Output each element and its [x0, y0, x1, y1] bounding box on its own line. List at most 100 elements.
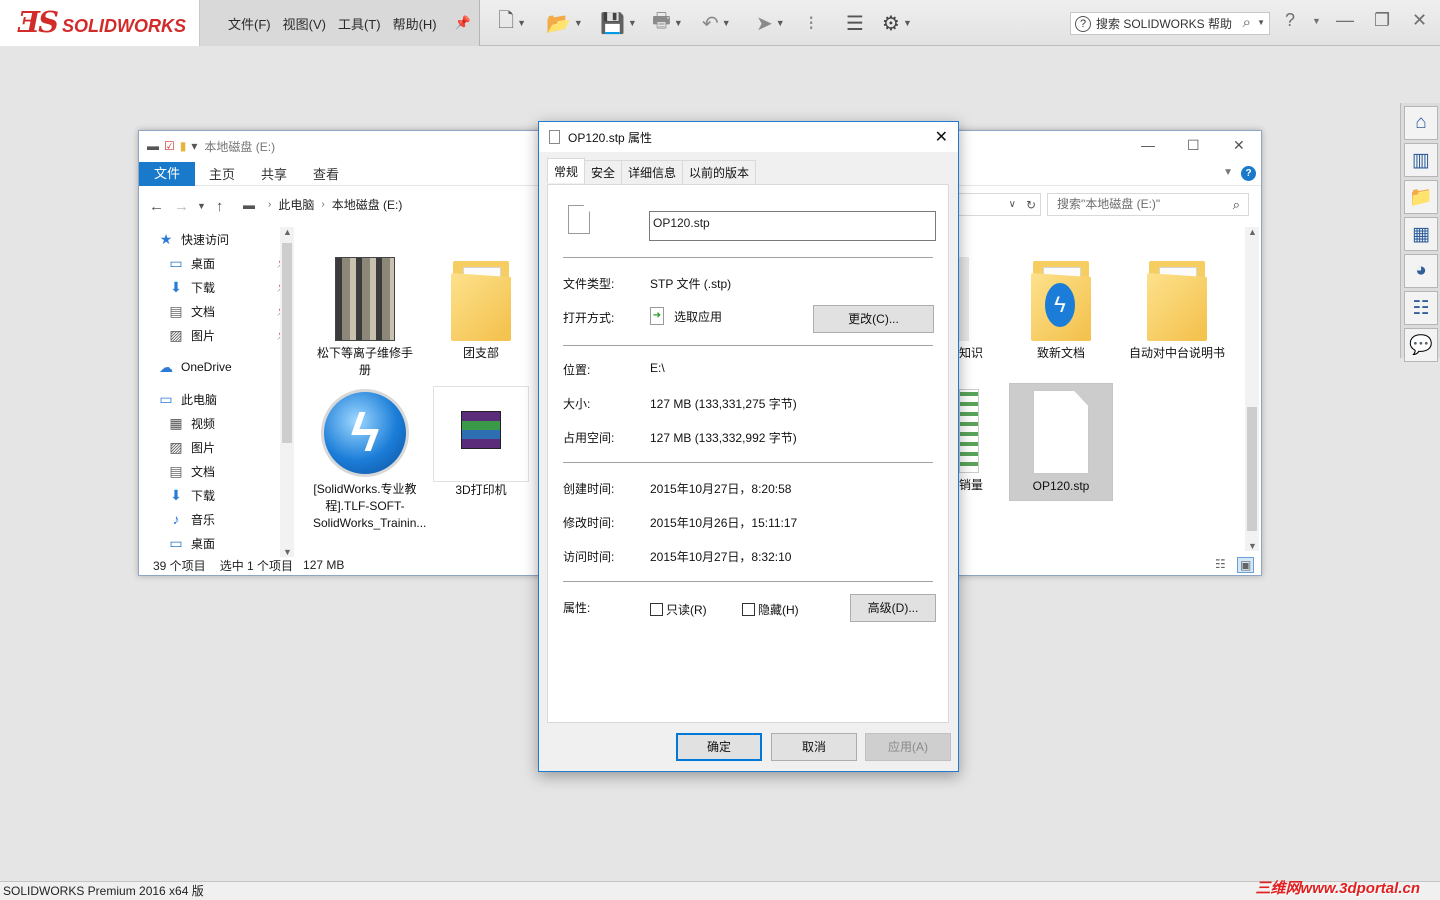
scroll-down-icon[interactable]: ▼ [1248, 541, 1257, 551]
sidebar-item[interactable]: ▭ 桌面 [149, 531, 295, 555]
chevron-right-icon[interactable]: › [268, 199, 271, 210]
home-icon[interactable]: ⌂ [1404, 106, 1438, 140]
readonly-checkbox[interactable]: 只读(R) [650, 601, 707, 618]
chevron-down-icon[interactable]: ▼ [1257, 18, 1265, 27]
undo-button[interactable]: ↶ ▼ [702, 8, 731, 38]
close-icon[interactable]: ✕ [935, 127, 948, 147]
new-folder-icon[interactable]: ▮ [180, 139, 187, 153]
scrollbar-thumb[interactable] [1247, 407, 1257, 531]
back-arrow-icon[interactable]: ← [149, 198, 164, 215]
advanced-button[interactable]: 高级(D)... [850, 594, 936, 622]
chevron-down-icon[interactable]: ▼ [574, 18, 583, 28]
sidebar-item[interactable]: ☁ OneDrive [149, 355, 295, 379]
forward-arrow-icon[interactable]: → [174, 198, 189, 215]
chevron-down-icon[interactable]: ▼ [628, 18, 637, 28]
filename-input[interactable]: OP120.stp [649, 211, 936, 241]
custom-properties-icon[interactable]: ☷ [1404, 291, 1438, 325]
sidebar-item[interactable]: ♪ 音乐 [149, 507, 295, 531]
chevron-down-icon[interactable]: ▾ [191, 139, 197, 153]
options-button[interactable]: ⚙ ▼ [882, 8, 912, 38]
print-button[interactable]: 🖶 ▼ [652, 8, 683, 38]
restore-icon[interactable]: ❐ [1374, 10, 1390, 31]
ok-button[interactable]: 确定 [676, 733, 762, 761]
refresh-icon[interactable]: ↻ [1026, 198, 1036, 212]
menu-view[interactable]: 视图(V) [283, 14, 326, 33]
file-explorer-icon[interactable]: 📁 [1404, 180, 1438, 214]
save-button[interactable]: 💾 ▼ [600, 8, 637, 38]
tab-previous-versions[interactable]: 以前的版本 [682, 160, 757, 184]
sidebar-item[interactable]: ⬇下载📌 [149, 275, 295, 299]
sidebar-item[interactable]: ▤文档📌 [149, 299, 295, 323]
breadcrumb-drive-e[interactable]: 本地磁盘 (E:) [332, 196, 403, 213]
chevron-down-icon[interactable]: ▼ [1312, 16, 1321, 26]
menu-file[interactable]: 文件(F) [228, 14, 271, 33]
close-icon[interactable]: ✕ [1233, 137, 1245, 154]
file-properties-button[interactable]: ☰ [846, 8, 864, 38]
maximize-icon[interactable]: ☐ [1187, 137, 1200, 154]
change-app-button[interactable]: 更改(C)... [813, 305, 934, 333]
menu-tools[interactable]: 工具(T) [338, 14, 381, 33]
minimize-icon[interactable]: — [1141, 137, 1155, 153]
sidebar-item[interactable]: ▭ 此电脑 [149, 387, 295, 411]
properties-check-icon[interactable]: ☑ [164, 139, 175, 153]
breadcrumb-this-pc[interactable]: 此电脑 [278, 196, 314, 213]
chevron-down-icon[interactable]: ▼ [776, 18, 785, 28]
up-arrow-icon[interactable]: ↑ [216, 198, 224, 215]
tab-general[interactable]: 常规 [547, 158, 586, 183]
menu-help[interactable]: 帮助(H) [393, 14, 437, 33]
file-item-solidworks-training[interactable]: ϟ [SolidWorks.专业教程].TLF-SOFT-SolidWorks_… [313, 389, 426, 532]
close-icon[interactable]: ✕ [1412, 10, 1427, 31]
scroll-up-icon[interactable]: ▲ [283, 227, 292, 237]
chevron-down-icon[interactable]: ▼ [1223, 167, 1233, 178]
view-palette-icon[interactable]: ▦ [1404, 217, 1438, 251]
chevron-down-icon[interactable]: ▼ [674, 18, 683, 28]
search-icon[interactable]: ⌕ [1233, 194, 1240, 215]
apply-button[interactable]: 应用(A) [865, 733, 951, 761]
file-item-3d-printer[interactable] [433, 386, 529, 482]
file-item-sales-partial[interactable]: 销量 [959, 389, 993, 494]
file-list-scrollbar[interactable]: ▲ ▼ [1245, 227, 1259, 551]
tab-security[interactable]: 安全 [584, 160, 623, 184]
rebuild-button[interactable]: ⁝ [808, 8, 814, 38]
file-item-panasonic-manual[interactable]: 松下等离子维修手册 [313, 257, 417, 379]
new-document-button[interactable]: 🗋 ▼ [498, 8, 526, 38]
details-view-icon[interactable]: ☷ [1215, 557, 1226, 571]
help-icon[interactable]: ? [1241, 166, 1256, 181]
appearance-icon[interactable]: ◕ [1404, 254, 1438, 288]
sidebar-item[interactable]: ★ 快速访问 [149, 227, 295, 251]
chevron-right-icon[interactable]: › [321, 199, 324, 210]
select-button[interactable]: ➤ ▼ [756, 8, 785, 38]
tab-details[interactable]: 详细信息 [621, 160, 684, 184]
forum-icon[interactable]: 💬 [1404, 328, 1438, 362]
scrollbar-thumb[interactable] [282, 243, 292, 443]
minimize-icon[interactable]: — [1336, 10, 1354, 31]
sidebar-item[interactable]: ▦ 视频 [149, 411, 295, 435]
help-search-input[interactable]: ? 搜索 SOLIDWORKS 帮助 ⌕ ▼ [1070, 12, 1270, 35]
sidebar-item[interactable]: ▭桌面📌 [149, 251, 295, 275]
navigation-pane-scrollbar[interactable]: ▲ ▼ [280, 227, 294, 557]
explorer-search-input[interactable]: 搜索"本地磁盘 (E:)" ⌕ [1047, 193, 1249, 216]
checkbox-icon[interactable] [742, 603, 755, 616]
scroll-up-icon[interactable]: ▲ [1248, 227, 1257, 237]
chevron-down-icon[interactable]: ▼ [517, 18, 526, 28]
checkbox-icon[interactable] [650, 603, 663, 616]
ribbon-view-tab[interactable]: 查看 [313, 164, 339, 183]
pin-menu-icon[interactable]: 📌 [455, 15, 471, 31]
file-item-league-branch[interactable]: 团支部 [429, 257, 533, 362]
file-item-zhixin-docs[interactable]: ϟ 致新文档 [1009, 257, 1113, 362]
sidebar-item[interactable]: ▨ 图片 [149, 435, 295, 459]
chevron-down-icon[interactable]: ▼ [722, 18, 731, 28]
sidebar-item[interactable]: ⬇ 下载 [149, 483, 295, 507]
sidebar-item[interactable]: ▤ 文档 [149, 459, 295, 483]
search-icon[interactable]: ⌕ [1243, 14, 1251, 31]
ribbon-home-tab[interactable]: 主页 [209, 164, 235, 183]
help-icon[interactable]: ? [1285, 10, 1295, 31]
chevron-down-icon[interactable]: ▼ [903, 18, 912, 28]
sidebar-item[interactable]: ▨图片📌 [149, 323, 295, 347]
recent-locations-icon[interactable]: ▼ [197, 201, 206, 211]
address-bar[interactable]: ▬ › 此电脑 › 本地磁盘 (E:) [243, 193, 533, 216]
open-button[interactable]: 📂 ▼ [546, 8, 583, 38]
file-item-op120-stp[interactable]: OP120.stp [1009, 383, 1113, 501]
design-library-icon[interactable]: ▥ [1404, 143, 1438, 177]
ribbon-file-tab[interactable]: 文件 [139, 161, 195, 186]
